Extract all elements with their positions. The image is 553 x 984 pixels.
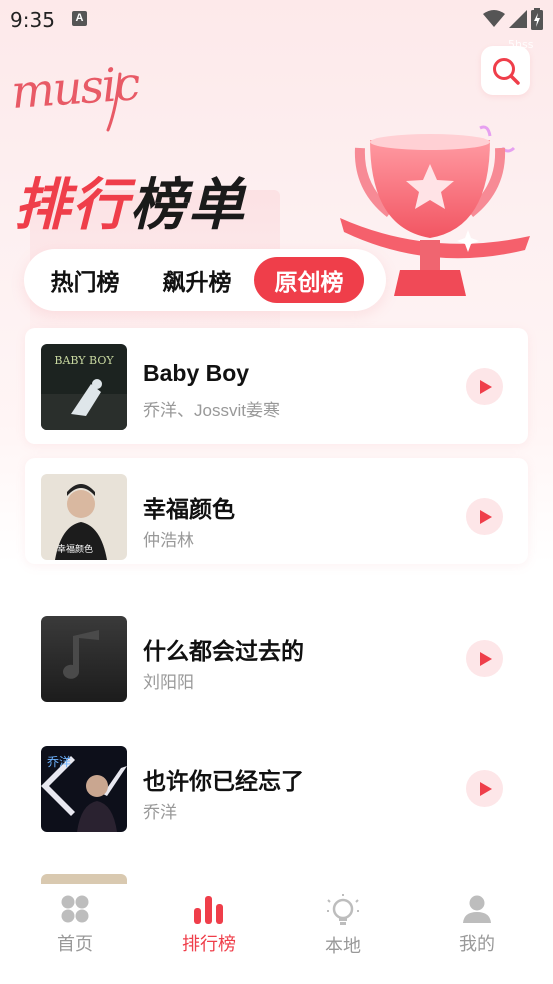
song-title: 什么都会过去的 [143, 638, 304, 664]
song-title: Baby Boy [143, 360, 250, 386]
play-button[interactable] [466, 770, 503, 807]
play-icon [479, 651, 492, 666]
svg-text:music: music [9, 60, 141, 119]
nav-local[interactable]: 本地 [276, 884, 410, 964]
nav-home-label: 首页 [57, 934, 93, 954]
wifi-icon [483, 10, 505, 27]
lightbulb-icon [327, 894, 359, 925]
song-title: 幸福颜色 [143, 496, 235, 522]
nav-ranking-label: 排行榜 [182, 934, 236, 954]
play-icon [479, 379, 492, 394]
song-title: 也许你已经忘了 [143, 768, 304, 794]
song-artist: 刘阳阳 [143, 673, 194, 692]
play-button[interactable] [466, 498, 503, 535]
page-title: 排行榜单 [14, 160, 246, 241]
nav-local-label: 本地 [325, 936, 361, 956]
song-cover: 幸福颜色 [41, 474, 127, 560]
status-icons [483, 8, 543, 30]
music-logo: music [9, 60, 141, 132]
play-button[interactable] [466, 368, 503, 405]
song-row[interactable]: 幸福颜色 幸福颜色 仲浩林 [25, 458, 528, 564]
song-artist: 乔洋 [143, 803, 177, 822]
tab-original[interactable]: 原创榜 [254, 257, 364, 303]
ranking-tabs: 热门榜 飙升榜 原创榜 [24, 249, 386, 311]
search-icon [492, 57, 520, 85]
next-song-cover-peek [41, 874, 127, 884]
song-cover [41, 616, 127, 702]
status-bar: 9:35 A [0, 0, 553, 40]
song-row[interactable]: 乔洋 也许你已经忘了 乔洋 [25, 730, 528, 846]
tab-hot[interactable]: 热门榜 [30, 257, 140, 303]
bar-chart-icon [194, 896, 223, 924]
song-row[interactable]: BABY BOY Baby Boy 乔洋、Jossvit姜寒 [25, 328, 528, 444]
signal-icon [509, 10, 527, 28]
cover-text: 幸福颜色 [57, 543, 93, 555]
song-cover: 乔洋 [41, 746, 127, 832]
user-icon [463, 895, 491, 923]
play-icon [479, 509, 492, 524]
nav-mine[interactable]: 我的 [410, 884, 544, 964]
battery-icon [531, 8, 543, 30]
watermark: 5hss [508, 38, 534, 51]
nav-home[interactable]: 首页 [8, 884, 142, 964]
nav-ranking[interactable]: 排行榜 [142, 884, 276, 964]
nav-mine-label: 我的 [459, 934, 495, 954]
song-artist: 乔洋、Jossvit姜寒 [143, 401, 280, 420]
notification-icon: A [72, 11, 87, 26]
cover-text: 乔洋 [47, 754, 71, 769]
search-button[interactable] [481, 46, 530, 95]
home-grid-icon [61, 895, 89, 923]
song-cover: BABY BOY [41, 344, 127, 430]
status-time: 9:35 [10, 8, 55, 32]
page-title-part1: 排行 [14, 173, 130, 238]
play-icon [479, 781, 492, 796]
song-row[interactable]: 什么都会过去的 刘阳阳 [25, 600, 528, 716]
cover-text: BABY BOY [54, 354, 114, 367]
tab-rising[interactable]: 飙升榜 [142, 257, 252, 303]
song-artist: 仲浩林 [143, 531, 194, 550]
play-button[interactable] [466, 640, 503, 677]
bottom-nav: 首页 排行榜 本地 我的 [0, 884, 553, 984]
page-title-part2: 榜单 [130, 173, 246, 238]
